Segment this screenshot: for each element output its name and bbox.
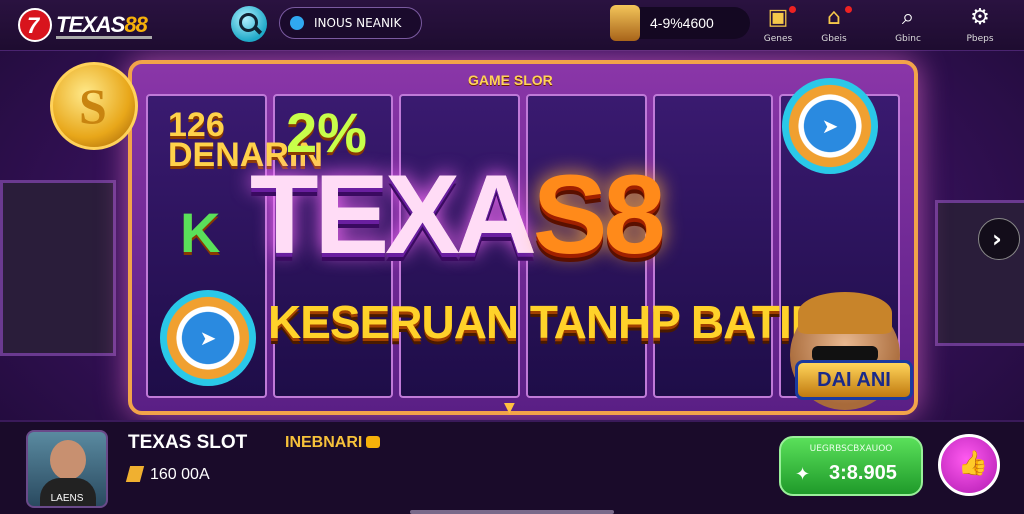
coin-balance-value: 4-9%4600 bbox=[650, 15, 714, 31]
thumbs-up-icon: 👍 bbox=[958, 449, 988, 477]
home-indicator bbox=[410, 510, 614, 514]
character-name-plate: DAI ANI bbox=[795, 360, 913, 400]
banner-subtitle: KESERUAN TANHP BATIRS bbox=[268, 296, 854, 348]
game-tag-label: INEBNARI bbox=[285, 434, 363, 451]
notification-dot bbox=[789, 6, 796, 13]
game-name: TEXAS SLOT bbox=[128, 432, 248, 453]
social-pill-button[interactable]: INOUS NEANIK bbox=[279, 7, 422, 39]
background-slot-machine-left bbox=[0, 180, 116, 356]
player-avatar[interactable]: LAENS bbox=[26, 430, 108, 508]
social-pill-label: INOUS NEANIK bbox=[314, 16, 402, 30]
banner-title: TEXAS8 bbox=[250, 150, 666, 279]
notification-dot bbox=[845, 6, 852, 13]
player-balance-value: 160 00A bbox=[150, 466, 210, 483]
nav-item-label: Gbinc bbox=[895, 34, 921, 44]
logo-badge: 7 bbox=[18, 8, 52, 42]
search-icon[interactable] bbox=[231, 6, 267, 42]
game-slot-label: GAME SLOR bbox=[468, 72, 553, 88]
next-slide-button[interactable]: › bbox=[978, 218, 1020, 260]
gold-coin-symbol: S bbox=[79, 78, 107, 134]
nav-item-genes[interactable]: ▣ Genes bbox=[750, 4, 806, 48]
plate-label: DAI ANI bbox=[817, 369, 891, 391]
game-tag[interactable]: INEBNARI bbox=[285, 434, 381, 452]
play-button[interactable]: UEGRBSCBXAUOO ✦ 3:8.905 bbox=[779, 436, 923, 496]
like-button[interactable]: 👍 bbox=[938, 434, 1000, 496]
play-button-caption: UEGRBSCBXAUOO bbox=[809, 444, 893, 454]
nav-item-label: Genes bbox=[763, 34, 793, 44]
nav-item-pbeps[interactable]: ⚙ Pbeps bbox=[952, 4, 1008, 48]
poker-chip-icon: ➤ bbox=[782, 78, 878, 174]
gold-bar-icon bbox=[125, 466, 145, 482]
logo-word: TEXAS bbox=[56, 12, 125, 37]
cowboy-hat bbox=[798, 292, 892, 334]
top-bar: 7 TEXAS88 INOUS NEANIK 4-9%4600 ▣ Genes … bbox=[0, 0, 1024, 51]
promo-banner[interactable]: GAME SLOR 126 DENARIN 2% K S ➤ ➤ TEXAS8 … bbox=[0, 50, 1024, 420]
logo-tagline-bar bbox=[56, 36, 152, 39]
play-button-value: 3:8.905 bbox=[829, 462, 897, 484]
banner-title-orange: S8 bbox=[532, 152, 666, 277]
brand-logo[interactable]: 7 TEXAS88 bbox=[18, 8, 158, 42]
gear-icon: ⚙ bbox=[970, 5, 990, 30]
twitter-bird-icon bbox=[290, 16, 304, 30]
chevron-right-icon: › bbox=[992, 225, 1002, 253]
player-balance: 160 00A bbox=[125, 466, 210, 484]
avatar-head bbox=[50, 440, 86, 480]
reel-column bbox=[652, 94, 774, 398]
logo-text: TEXAS88 bbox=[56, 12, 148, 38]
nav-item-label: Gbeis bbox=[821, 34, 847, 44]
avatar-label: LAENS bbox=[50, 493, 84, 504]
poker-chip-icon: ➤ bbox=[160, 290, 256, 386]
nav-item-gbeis[interactable]: ⌂ Gbeis bbox=[806, 4, 862, 48]
sparkle-icon: ✦ bbox=[795, 464, 811, 485]
nav-item-label: Pbeps bbox=[966, 34, 994, 44]
calendar-icon: ▣ bbox=[767, 5, 789, 30]
bottom-bar: LAENS TEXAS SLOT INEBNARI 160 00A UEGRBS… bbox=[0, 420, 1024, 514]
banner-title-white: TEXA bbox=[250, 152, 537, 277]
search-icon: ⌕ bbox=[901, 5, 915, 30]
treasure-coin-icon bbox=[610, 5, 640, 41]
chevron-down-icon: ▼ bbox=[504, 400, 515, 416]
gold-coin-icon: S bbox=[50, 62, 138, 150]
reel-symbol-k: K bbox=[180, 201, 221, 264]
play-tag-icon bbox=[366, 436, 381, 448]
nav-item-gbinc[interactable]: ⌕ Gbinc bbox=[880, 4, 936, 48]
logo-number: 88 bbox=[124, 12, 148, 37]
home-icon: ⌂ bbox=[827, 5, 841, 30]
logo-badge-number: 7 bbox=[27, 13, 40, 38]
coin-balance-box[interactable]: 4-9%4600 bbox=[610, 5, 750, 41]
